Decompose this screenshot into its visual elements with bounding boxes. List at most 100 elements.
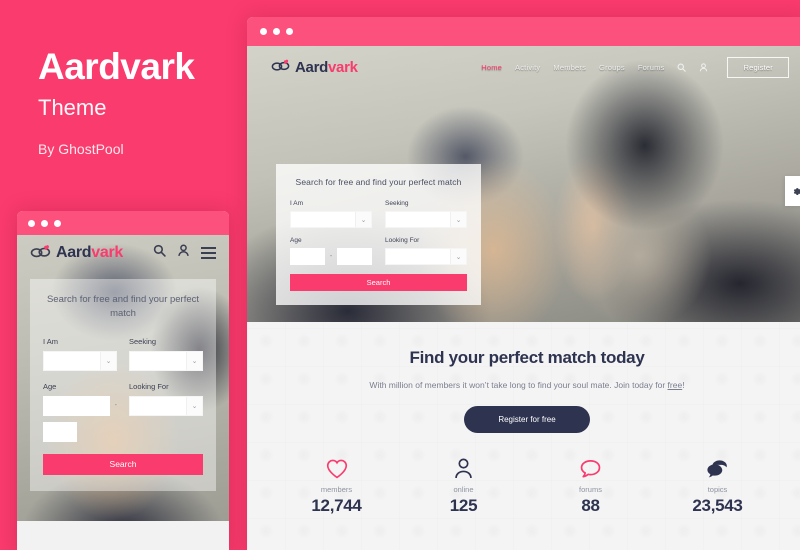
search-icon[interactable] xyxy=(677,63,687,72)
select-i-am-value xyxy=(44,351,100,370)
minimize-dot[interactable] xyxy=(41,220,48,227)
gear-icon[interactable] xyxy=(785,176,800,206)
stat-value: 12,744 xyxy=(311,496,362,515)
mobile-hero-section: Aardvark Search for free and find your p… xyxy=(17,235,229,521)
mobile-search-card-title: Search for free and find your perfect ma… xyxy=(46,294,200,319)
logo-text-dark: Aard xyxy=(56,244,92,261)
maximize-dot[interactable] xyxy=(54,220,61,227)
cta-free-link[interactable]: free xyxy=(668,380,683,390)
browser-titlebar xyxy=(247,17,800,46)
cta-paragraph: With million of members it won’t take lo… xyxy=(247,380,800,390)
age-min-input[interactable] xyxy=(290,248,325,265)
select-looking-for[interactable]: ⌄ xyxy=(129,395,203,416)
maximize-dot[interactable] xyxy=(286,28,293,35)
mobile-header-icons xyxy=(153,244,216,262)
nav-item-members[interactable]: Members xyxy=(553,63,586,72)
chevron-down-icon[interactable]: ⌄ xyxy=(100,351,116,370)
nav-item-home[interactable]: Home xyxy=(481,63,502,72)
chevron-down-icon[interactable]: ⌄ xyxy=(450,249,466,264)
hamburger-menu-icon[interactable] xyxy=(201,247,216,259)
cta-block: Find your perfect match today With milli… xyxy=(247,322,800,433)
double-bubble-icon xyxy=(654,453,781,479)
select-looking-for[interactable]: ⌄ xyxy=(385,248,467,265)
stat-value: 125 xyxy=(449,496,478,515)
mobile-header-nav: Aardvark xyxy=(17,235,229,271)
heart-icon xyxy=(273,453,400,479)
label-i-am: I Am xyxy=(43,336,59,346)
field-looking-for: Looking For ⌄ xyxy=(385,237,467,265)
aardvark-infinity-heart-icon xyxy=(30,243,52,263)
logo-text-pink: vark xyxy=(91,244,123,261)
stat-label: topics xyxy=(707,485,728,494)
close-dot[interactable] xyxy=(260,28,267,35)
stat-forums: forums 88 xyxy=(527,453,654,516)
stat-members: members 12,744 xyxy=(273,453,400,516)
user-account-icon[interactable] xyxy=(699,62,708,72)
search-row-2: Age - Looking For ⌄ xyxy=(290,237,467,265)
stat-online: online 125 xyxy=(400,453,527,516)
stat-label: online xyxy=(453,485,474,494)
chevron-down-icon[interactable]: ⌄ xyxy=(450,212,466,227)
search-icon[interactable] xyxy=(153,244,166,262)
select-i-am-value xyxy=(291,212,355,227)
label-looking-for: Looking For xyxy=(385,237,420,244)
mobile-field-looking-for: Looking For ⌄ xyxy=(129,382,203,442)
age-max-input[interactable] xyxy=(337,248,372,265)
logo-wordmark: Aardvark xyxy=(295,59,358,76)
search-card-title: Search for free and find your perfect ma… xyxy=(295,177,462,187)
site-logo[interactable]: Aardvark xyxy=(271,58,358,76)
cta-heading: Find your perfect match today xyxy=(409,348,645,367)
label-age: Age xyxy=(43,381,57,391)
field-age: Age - xyxy=(290,237,372,265)
hero-section: Aardvark Home Activity Members Groups Fo… xyxy=(247,46,800,322)
cta-text-after: ! xyxy=(682,380,685,390)
stat-value: 23,543 xyxy=(692,496,743,515)
minimize-dot[interactable] xyxy=(273,28,280,35)
mobile-search-row-1: I Am ⌄ Seeking ⌄ xyxy=(43,337,203,371)
mobile-search-row-2: Age - Looking For ⌄ xyxy=(43,382,203,442)
logo-text-pink: vark xyxy=(327,58,358,76)
chevron-down-icon[interactable]: ⌄ xyxy=(355,212,371,227)
logo-text-dark: Aard xyxy=(295,58,328,76)
select-seeking-value xyxy=(386,212,450,227)
label-age: Age xyxy=(290,237,302,244)
select-i-am[interactable]: ⌄ xyxy=(43,350,117,371)
site-header-nav: Aardvark Home Activity Members Groups Fo… xyxy=(247,46,800,88)
stat-label: forums xyxy=(579,485,602,494)
select-i-am[interactable]: ⌄ xyxy=(290,211,372,228)
select-seeking[interactable]: ⌄ xyxy=(129,350,203,371)
age-range-group: - xyxy=(290,248,372,265)
cta-and-stats-section: Find your perfect match today With milli… xyxy=(247,322,800,550)
mobile-window-controls[interactable] xyxy=(28,220,61,227)
mobile-age-range-group: - xyxy=(43,395,117,416)
chevron-down-icon[interactable]: ⌄ xyxy=(186,351,202,370)
nav-item-forums[interactable]: Forums xyxy=(638,63,665,72)
chevron-down-icon[interactable]: ⌄ xyxy=(186,396,202,415)
mobile-field-age: Age - xyxy=(43,382,117,442)
label-looking-for: Looking For xyxy=(129,381,169,391)
mobile-site-logo[interactable]: Aardvark xyxy=(30,243,123,263)
mobile-lower-section xyxy=(17,521,229,550)
close-dot[interactable] xyxy=(28,220,35,227)
user-account-icon[interactable] xyxy=(177,244,190,262)
user-icon xyxy=(400,453,527,479)
promo-copy: Aardvark Theme By GhostPool xyxy=(38,46,238,157)
register-button[interactable]: Register xyxy=(727,56,789,78)
register-for-free-button[interactable]: Register for free xyxy=(464,406,590,433)
aardvark-infinity-heart-icon xyxy=(271,58,291,76)
label-seeking: Seeking xyxy=(129,336,157,346)
window-controls[interactable] xyxy=(260,28,293,35)
age-min-input[interactable] xyxy=(43,395,110,416)
nav-item-groups[interactable]: Groups xyxy=(599,63,625,72)
hero-search-card: Search for free and find your perfect ma… xyxy=(276,164,481,305)
mobile-field-seeking: Seeking ⌄ xyxy=(129,337,203,371)
select-seeking[interactable]: ⌄ xyxy=(385,211,467,228)
age-separator: - xyxy=(114,402,117,410)
mobile-search-submit-button[interactable]: Search xyxy=(43,453,203,475)
age-max-input[interactable] xyxy=(43,421,78,442)
field-seeking: Seeking ⌄ xyxy=(385,200,467,228)
nav-item-activity[interactable]: Activity xyxy=(515,63,540,72)
search-submit-button[interactable]: Search xyxy=(290,274,467,291)
mobile-search-card: Search for free and find your perfect ma… xyxy=(30,279,216,491)
page-title: Aardvark xyxy=(38,46,195,87)
